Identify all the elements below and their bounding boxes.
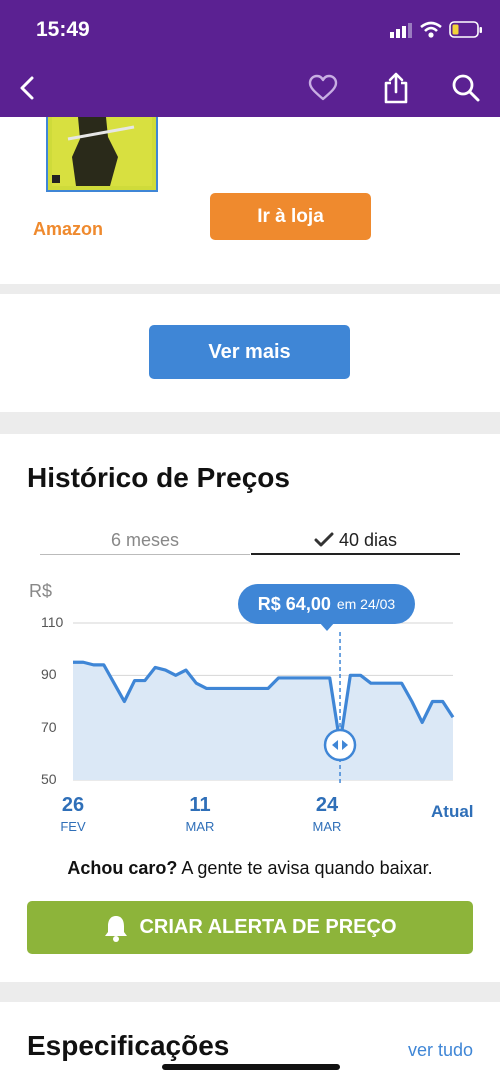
- chart-scrub-handle[interactable]: [323, 728, 357, 762]
- status-time: 15:49: [36, 18, 90, 41]
- x-label-month: MAR: [312, 819, 342, 834]
- back-icon: [20, 76, 34, 100]
- cellular-signal-icon: [390, 23, 412, 38]
- specifications-title: Especificações: [27, 1030, 230, 1061]
- x-label-day: 26: [61, 794, 85, 816]
- store-name: Amazon: [33, 219, 104, 239]
- heart-icon: [308, 74, 338, 101]
- x-label-day: 24: [315, 794, 339, 816]
- alert-prompt-bold: Achou caro?: [67, 858, 178, 878]
- product-image: [46, 117, 158, 192]
- see-all-link[interactable]: ver tudo: [408, 1040, 473, 1061]
- tab-6-months-label: 6 meses: [110, 529, 180, 550]
- tab-6-months[interactable]: 6 meses: [40, 524, 250, 556]
- x-label-month: FEV: [60, 819, 86, 834]
- bell-icon: [105, 915, 128, 942]
- see-more-button[interactable]: Ver mais: [149, 325, 350, 379]
- home-indicator: [162, 1064, 340, 1070]
- tab-divider: [40, 554, 250, 555]
- status-bar: 15:49: [0, 0, 500, 60]
- cyberpunk-cover-art: [52, 117, 152, 186]
- alert-prompt-text: A gente te avisa quando baixar.: [181, 858, 433, 878]
- price-area-fill: [73, 662, 453, 780]
- price-tooltip: R$ 64,00 em 24/03: [238, 584, 415, 624]
- see-more-card: Ver mais: [0, 294, 500, 412]
- x-label-day: 11: [189, 794, 211, 816]
- share-icon: [384, 72, 408, 104]
- tab-active-indicator: [251, 553, 460, 555]
- back-button[interactable]: [8, 68, 48, 108]
- create-price-alert-button[interactable]: CRIAR ALERTA DE PREÇO: [27, 901, 473, 954]
- share-button[interactable]: [376, 68, 416, 108]
- checkmark-icon: [314, 532, 334, 547]
- tooltip-pointer: [319, 622, 335, 631]
- x-label-current: Atual: [431, 802, 474, 821]
- tooltip-date: em 24/03: [336, 596, 396, 612]
- tooltip-price: R$ 64,00: [257, 593, 331, 614]
- go-to-store-button[interactable]: Ir à loja: [210, 193, 371, 240]
- tab-40-days[interactable]: 40 dias: [251, 524, 460, 556]
- top-navigation-bar: [0, 60, 500, 117]
- price-history-title: Histórico de Preços: [27, 462, 290, 493]
- store-offer-card: Amazon Ir à loja: [0, 117, 500, 284]
- price-alert-prompt: Achou caro? A gente te avisa quando baix…: [0, 858, 500, 879]
- favorite-button[interactable]: [303, 68, 343, 108]
- battery-icon: [449, 21, 482, 38]
- wifi-icon: [420, 21, 442, 38]
- tab-40-days-label: 40 dias: [338, 529, 398, 550]
- x-label-month: MAR: [185, 819, 215, 834]
- create-price-alert-label: CRIAR ALERTA DE PREÇO: [139, 916, 397, 938]
- search-button[interactable]: [446, 68, 486, 108]
- search-icon: [452, 74, 480, 102]
